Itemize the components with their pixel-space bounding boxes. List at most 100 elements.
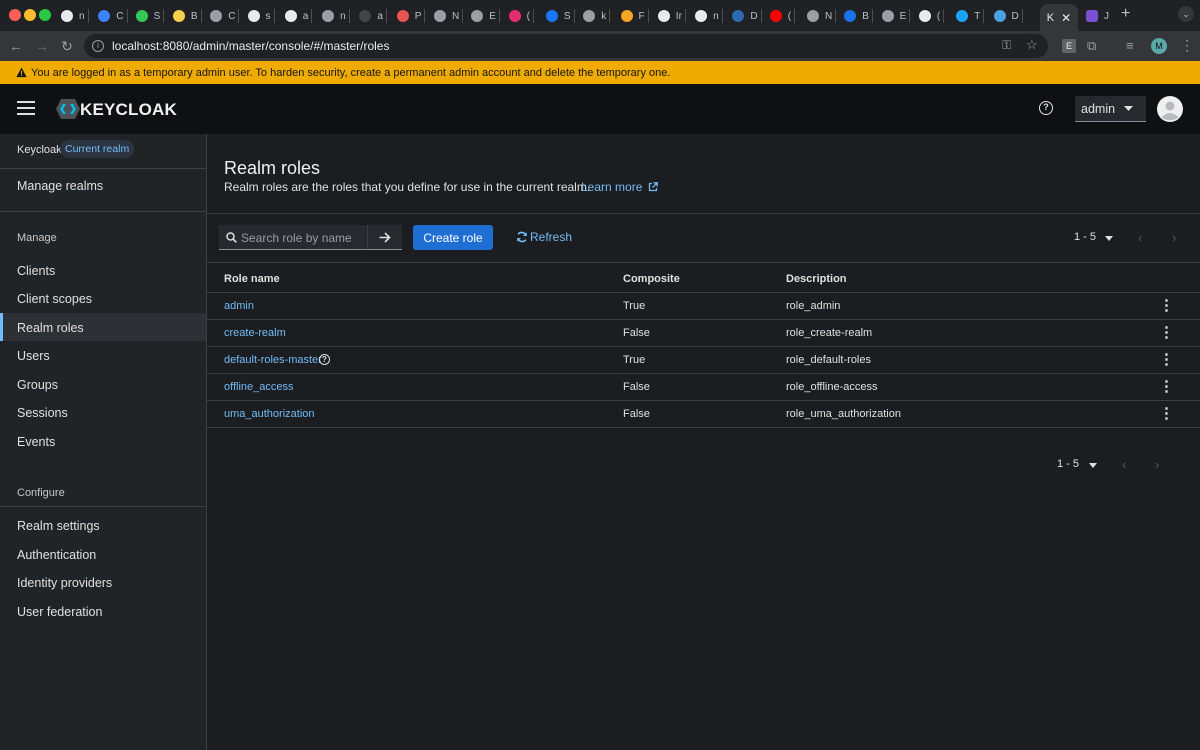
user-menu-toggle[interactable]: admin: [1075, 96, 1146, 122]
browser-tab[interactable]: P: [396, 5, 426, 27]
browser-tab[interactable]: n: [322, 5, 350, 27]
extension-icon[interactable]: E: [1062, 39, 1076, 53]
tab-separator: [385, 9, 387, 23]
learn-more-link[interactable]: Learn more: [581, 180, 658, 194]
active-tab[interactable]: K ✕: [1040, 4, 1078, 31]
sidebar-item-authentication[interactable]: Authentication: [17, 548, 96, 562]
browser-tab[interactable]: F: [620, 5, 649, 27]
browser-tab[interactable]: a: [359, 5, 387, 27]
column-header-description[interactable]: Description: [786, 273, 847, 285]
sidebar-item-realm-settings[interactable]: Realm settings: [17, 519, 100, 533]
browser-tab[interactable]: C: [98, 5, 128, 27]
role-name-link[interactable]: uma_authorization: [224, 408, 315, 420]
browser-tab[interactable]: S: [545, 5, 575, 27]
hamburger-menu-icon[interactable]: [17, 101, 35, 115]
role-name-link[interactable]: offline_access: [224, 381, 294, 393]
browser-tab[interactable]: D: [993, 5, 1023, 27]
close-tab-icon[interactable]: ✕: [1061, 11, 1071, 25]
browser-tab[interactable]: B: [172, 5, 202, 27]
user-avatar[interactable]: [1157, 96, 1183, 122]
create-role-button[interactable]: Create role: [413, 225, 493, 250]
row-actions-kebab-icon[interactable]: ⋮: [1159, 298, 1174, 313]
browser-tab[interactable]: E: [471, 5, 500, 27]
column-header-role-name[interactable]: Role name: [224, 273, 280, 285]
search-submit-button[interactable]: [367, 225, 402, 250]
sidebar-item-identity-providers[interactable]: Identity providers: [17, 576, 112, 590]
tab-favicon-icon: [135, 10, 148, 22]
sidebar-item-manage-realms[interactable]: Manage realms: [17, 179, 103, 193]
reading-list-icon[interactable]: ≡: [1126, 38, 1134, 53]
tab-label: T: [974, 10, 981, 22]
sidebar-item-events[interactable]: Events: [17, 435, 55, 449]
role-name-link[interactable]: admin: [224, 300, 254, 312]
browser-tab[interactable]: D: [732, 5, 762, 27]
tab-label: (: [526, 10, 530, 22]
sidebar-item-clients[interactable]: Clients: [17, 264, 55, 278]
extensions-puzzle-icon[interactable]: ⧉: [1087, 38, 1096, 54]
help-icon[interactable]: ?: [1039, 101, 1053, 115]
tab-favicon-icon: [881, 10, 894, 22]
sidebar-item-users[interactable]: Users: [17, 349, 50, 363]
tab-label: n: [79, 10, 85, 22]
next-page-button[interactable]: ›: [1172, 230, 1176, 245]
sidebar-item-sessions[interactable]: Sessions: [17, 406, 68, 420]
browser-tab[interactable]: a: [284, 5, 313, 27]
sidebar-item-realm-roles[interactable]: Realm roles: [17, 321, 84, 335]
row-actions-kebab-icon[interactable]: ⋮: [1159, 379, 1174, 394]
browser-tab[interactable]: (: [769, 5, 796, 27]
forward-icon[interactable]: →: [33, 37, 51, 55]
pagination-toggle[interactable]: 1 - 5: [1067, 230, 1115, 246]
browser-tab[interactable]: n: [695, 5, 723, 27]
learn-more-label: Learn more: [581, 180, 643, 194]
pagination-toggle[interactable]: 1 - 5: [1051, 457, 1099, 473]
zoom-window-button[interactable]: [39, 9, 51, 21]
close-window-button[interactable]: [9, 9, 21, 21]
site-info-icon[interactable]: i: [92, 40, 104, 52]
tab[interactable]: J: [1086, 5, 1109, 27]
row-actions-kebab-icon[interactable]: ⋮: [1159, 406, 1174, 421]
password-key-icon[interactable]: ⚿: [1002, 38, 1011, 53]
browser-tab[interactable]: T: [956, 5, 985, 27]
bookmark-star-icon[interactable]: ☆: [1026, 37, 1038, 53]
browser-tab[interactable]: N: [434, 5, 464, 27]
row-actions-kebab-icon[interactable]: ⋮: [1159, 325, 1174, 340]
current-realm-badge: Current realm: [60, 140, 135, 158]
browser-tab[interactable]: N: [807, 5, 837, 27]
back-icon[interactable]: ←: [7, 37, 25, 55]
browser-tab[interactable]: s: [247, 5, 275, 27]
browser-tab[interactable]: (: [508, 5, 534, 27]
minimize-window-button[interactable]: [24, 9, 36, 21]
tab-favicon-icon: [769, 10, 782, 22]
tab-separator: [498, 9, 500, 23]
address-bar[interactable]: i localhost:8080/admin/master/console/#/…: [84, 34, 1048, 58]
browser-tab[interactable]: n: [61, 5, 89, 27]
new-tab-button[interactable]: +: [1121, 5, 1130, 23]
tab-separator: [871, 9, 873, 23]
browser-tab[interactable]: Ir: [657, 5, 686, 27]
profile-avatar[interactable]: M: [1151, 38, 1167, 54]
column-header-composite[interactable]: Composite: [623, 273, 680, 285]
reload-icon[interactable]: ↻: [58, 37, 76, 55]
role-description: role_uma_authorization: [786, 408, 901, 420]
next-page-button[interactable]: ›: [1155, 457, 1159, 472]
browser-tab[interactable]: (: [918, 5, 945, 27]
search-input[interactable]: Search role by name: [219, 225, 367, 250]
browser-menu-icon[interactable]: ⋮: [1180, 37, 1194, 54]
browser-tab[interactable]: S: [135, 5, 165, 27]
sidebar-item-client-scopes[interactable]: Client scopes: [17, 292, 92, 306]
previous-page-button[interactable]: ‹: [1122, 457, 1126, 472]
browser-tab[interactable]: B: [844, 5, 873, 27]
caret-down-icon: [1105, 236, 1113, 241]
browser-tab[interactable]: C: [210, 5, 240, 27]
row-actions-kebab-icon[interactable]: ⋮: [1159, 352, 1174, 367]
previous-page-button[interactable]: ‹: [1138, 230, 1142, 245]
browser-tab[interactable]: k: [583, 5, 611, 27]
tab-label: S: [563, 10, 571, 22]
role-name-link[interactable]: default-roles-master: [224, 354, 322, 366]
role-name-link[interactable]: create-realm: [224, 327, 286, 339]
tab-search-button[interactable]: ⌄: [1178, 6, 1194, 22]
help-icon[interactable]: ?: [319, 354, 330, 365]
sidebar-item-groups[interactable]: Groups: [17, 378, 58, 392]
browser-tab[interactable]: E: [881, 5, 911, 27]
sidebar-item-user-federation[interactable]: User federation: [17, 605, 102, 619]
